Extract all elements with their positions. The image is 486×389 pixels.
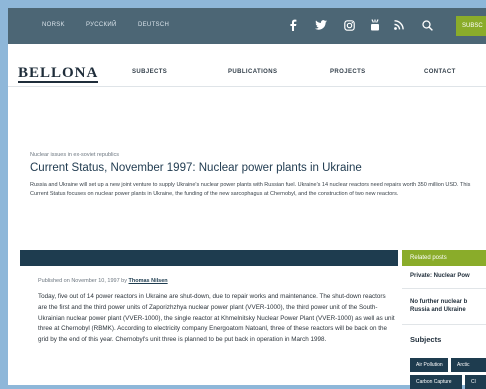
byline: Published on November 10, 1997 by Thomas… [38,278,168,284]
related-post-line: Russia and Ukraine [410,307,466,313]
subject-tag[interactable]: Carbon Capture [410,375,462,389]
related-post-link[interactable]: No further nuclear b Russia and Ukraine [410,298,467,314]
article-header-bar [20,250,398,266]
search-icon[interactable] [420,18,434,32]
related-post-line: No further nuclear b [410,299,468,305]
nav-contact[interactable]: CONTACT [424,69,456,75]
nav-projects[interactable]: PROJECTS [330,69,366,75]
language-link-norsk[interactable]: NORSK [42,22,65,28]
subject-tag[interactable]: Air Pollution [410,358,448,372]
related-post-link[interactable]: Private: Nuclear Pow [410,272,470,280]
site-logo[interactable]: BELLONA [18,66,99,83]
facebook-icon[interactable] [286,18,300,32]
subject-tag[interactable]: Cl [465,375,486,389]
author-link[interactable]: Thomas Nilsen [129,278,168,284]
language-link-deutsch[interactable]: DEUTSCH [138,22,169,28]
page-title: Current Status, November 1997: Nuclear p… [30,162,362,174]
youtube-icon[interactable] [368,18,382,32]
related-posts-header: Related posts [402,250,486,266]
breadcrumb[interactable]: Nuclear issues in ex-soviet republics [30,152,119,158]
subject-tag[interactable]: Arctic [451,358,486,372]
nav-subjects[interactable]: SUBJECTS [132,69,167,75]
rss-icon[interactable] [392,18,406,32]
subscribe-button[interactable]: SUBSC [456,16,486,36]
divider [402,288,486,289]
language-link-russian[interactable]: РУССКИЙ [86,22,117,28]
subjects-heading: Subjects [410,335,442,344]
published-date: Published on November 10, 1997 by [38,278,127,284]
divider [402,324,486,325]
instagram-icon[interactable] [342,18,356,32]
article-body: Today, five out of 14 power reactors in … [38,293,395,344]
nav-publications[interactable]: PUBLICATIONS [228,69,277,75]
top-bar: NORSK РУССКИЙ DEUTSCH SUBSC [8,8,486,44]
twitter-icon[interactable] [314,18,328,32]
article-lead: Russia and Ukraine will set up a new joi… [30,182,471,197]
